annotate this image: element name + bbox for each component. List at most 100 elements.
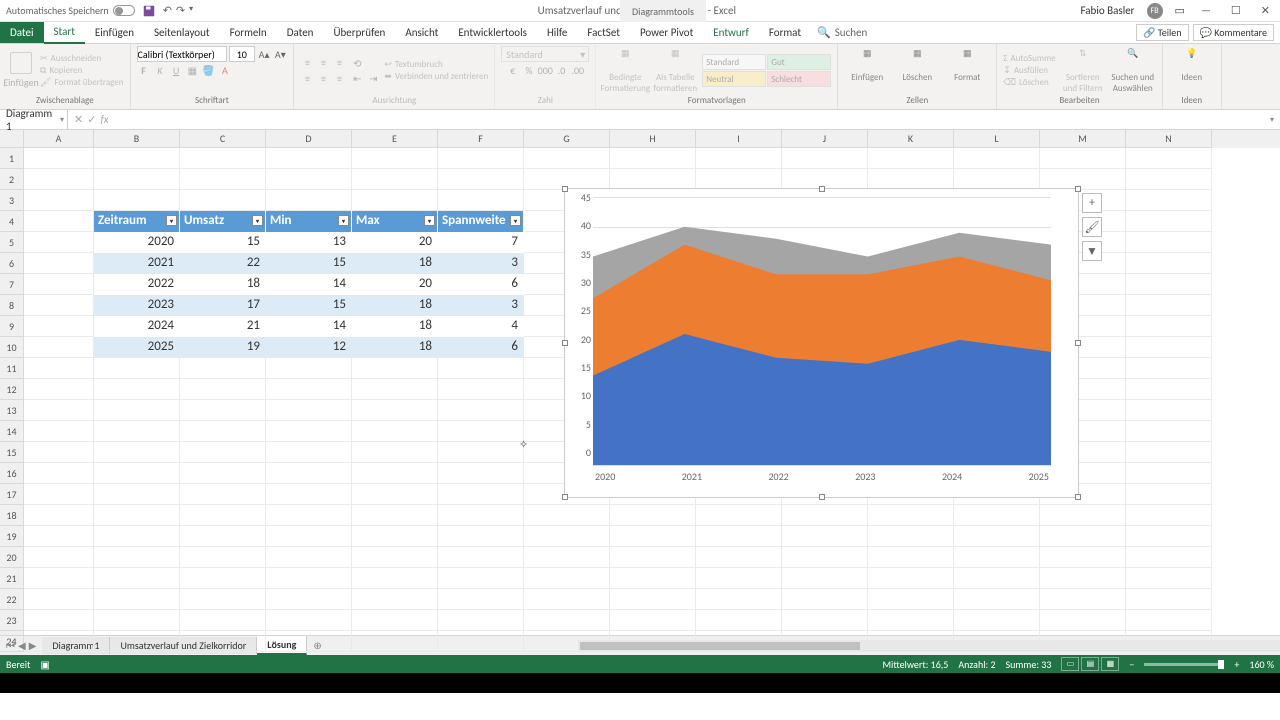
cell[interactable]: [1126, 274, 1212, 295]
cell[interactable]: [954, 568, 1040, 589]
font-name-input[interactable]: [137, 46, 227, 62]
row-header[interactable]: 21: [0, 568, 24, 589]
cell[interactable]: [868, 589, 954, 610]
row-header[interactable]: 17: [0, 484, 24, 505]
table-cell[interactable]: 2021: [94, 253, 180, 274]
user-name[interactable]: Fabio Basler: [1081, 4, 1135, 17]
cell[interactable]: [524, 505, 610, 526]
cell[interactable]: [782, 505, 868, 526]
table-cell[interactable]: 22: [180, 253, 266, 274]
cell[interactable]: [610, 526, 696, 547]
table-cell[interactable]: 4: [438, 316, 524, 337]
increase-decimal-icon[interactable]: .0: [555, 63, 569, 77]
cell[interactable]: [24, 400, 94, 421]
horizontal-scrollbar[interactable]: [578, 640, 1280, 652]
view-pagebreak-icon[interactable]: ▦: [1101, 657, 1119, 671]
column-header[interactable]: J: [782, 130, 868, 148]
column-header[interactable]: A: [24, 130, 94, 148]
cell[interactable]: [24, 421, 94, 442]
table-row[interactable]: 20201513207: [94, 232, 524, 253]
tab-formeln[interactable]: Formeln: [220, 22, 277, 43]
enter-formula-icon[interactable]: ✓: [87, 113, 96, 126]
cell[interactable]: [24, 568, 94, 589]
cell[interactable]: [180, 568, 266, 589]
table-cell[interactable]: 13: [266, 232, 352, 253]
table-row[interactable]: 20242114184: [94, 316, 524, 337]
maximize-icon[interactable]: ☐: [1227, 4, 1245, 17]
cell[interactable]: [94, 547, 180, 568]
cell[interactable]: [94, 190, 180, 211]
cell[interactable]: [94, 568, 180, 589]
cell[interactable]: [352, 148, 438, 169]
cell[interactable]: [438, 421, 524, 442]
col-umsatz[interactable]: Umsatz▾: [180, 211, 266, 232]
cell[interactable]: [868, 610, 954, 631]
cell[interactable]: [954, 505, 1040, 526]
cell[interactable]: [24, 274, 94, 295]
cell[interactable]: [1126, 190, 1212, 211]
table-cell[interactable]: 3: [438, 295, 524, 316]
save-icon[interactable]: [143, 5, 155, 17]
cell[interactable]: [954, 169, 1040, 190]
cell[interactable]: [438, 169, 524, 190]
column-header[interactable]: F: [438, 130, 524, 148]
style-standard[interactable]: Standard: [702, 54, 766, 70]
cell[interactable]: [438, 505, 524, 526]
cell[interactable]: [352, 421, 438, 442]
cell[interactable]: [1126, 421, 1212, 442]
cell[interactable]: [266, 631, 352, 652]
resize-handle[interactable]: [562, 186, 568, 192]
wrap-text-button[interactable]: ↩ Textumbruch: [384, 59, 488, 70]
tab-einfuegen[interactable]: Einfügen: [85, 22, 144, 43]
cell[interactable]: [352, 463, 438, 484]
cell[interactable]: [24, 631, 94, 652]
cell[interactable]: [352, 589, 438, 610]
format-cells-button[interactable]: ▦Format: [944, 48, 990, 94]
cell[interactable]: [94, 463, 180, 484]
cell[interactable]: [696, 547, 782, 568]
table-cell[interactable]: 3: [438, 253, 524, 274]
cell[interactable]: [1040, 589, 1126, 610]
underline-icon[interactable]: U: [169, 63, 183, 77]
row-header[interactable]: 23: [0, 610, 24, 631]
cell[interactable]: [610, 505, 696, 526]
cell[interactable]: [1126, 463, 1212, 484]
tab-powerpivot[interactable]: Power Pivot: [630, 22, 703, 43]
cell[interactable]: [352, 169, 438, 190]
style-schlecht[interactable]: Schlecht: [767, 71, 831, 87]
cell[interactable]: [180, 463, 266, 484]
cell[interactable]: [352, 379, 438, 400]
resize-handle[interactable]: [1075, 340, 1081, 346]
view-pagelayout-icon[interactable]: ▤: [1081, 657, 1099, 671]
orientation-icon[interactable]: ⟲: [350, 56, 364, 70]
cell[interactable]: [438, 358, 524, 379]
cell[interactable]: [180, 379, 266, 400]
cell[interactable]: [1126, 379, 1212, 400]
cell[interactable]: [1126, 253, 1212, 274]
cell[interactable]: [94, 400, 180, 421]
cell[interactable]: [94, 610, 180, 631]
tab-factset[interactable]: FactSet: [577, 22, 630, 43]
zoom-out-button[interactable]: −: [1129, 658, 1134, 671]
cell[interactable]: [696, 568, 782, 589]
table-cell[interactable]: 15: [266, 253, 352, 274]
row-header[interactable]: 2: [0, 169, 24, 190]
table-cell[interactable]: 20: [352, 274, 438, 295]
tab-format[interactable]: Format: [759, 22, 811, 43]
resize-handle[interactable]: [562, 340, 568, 346]
align-bottom-icon[interactable]: ≡: [332, 56, 346, 70]
table-cell[interactable]: 18: [180, 274, 266, 295]
fx-icon[interactable]: fx: [100, 113, 108, 126]
column-header[interactable]: M: [1040, 130, 1126, 148]
row-header[interactable]: 18: [0, 505, 24, 526]
cell[interactable]: [696, 526, 782, 547]
cell[interactable]: [266, 442, 352, 463]
border-icon[interactable]: ▦: [185, 63, 199, 77]
cell[interactable]: [180, 547, 266, 568]
cell[interactable]: [1126, 400, 1212, 421]
cell[interactable]: [266, 589, 352, 610]
decrease-decimal-icon[interactable]: .00: [571, 63, 585, 77]
cell[interactable]: [696, 148, 782, 169]
table-cell[interactable]: 18: [352, 295, 438, 316]
cell[interactable]: [1040, 169, 1126, 190]
